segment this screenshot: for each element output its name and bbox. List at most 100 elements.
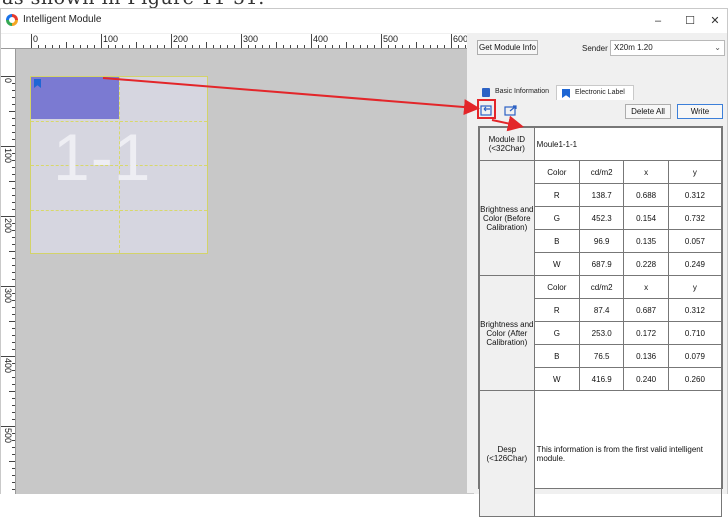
minimize-button[interactable]: – (645, 11, 671, 31)
after-cell[interactable]: 0.710 (667, 321, 723, 345)
ruler-tick (192, 45, 193, 48)
ruler-tick (12, 258, 15, 259)
ruler-tick (283, 45, 284, 48)
after-cell: W (533, 367, 580, 391)
header-x: x (623, 160, 669, 184)
ruler-tick (12, 195, 15, 196)
grid-line (31, 210, 207, 211)
maximize-button[interactable]: ☐ (677, 11, 703, 31)
before-cell[interactable]: 0.249 (667, 252, 723, 276)
before-cell[interactable]: 0.312 (667, 183, 723, 207)
before-cell[interactable]: 96.9 (578, 229, 625, 253)
ruler-tick (94, 45, 95, 48)
ruler-tick (325, 45, 326, 48)
ruler-tick (59, 45, 60, 48)
after-cell[interactable]: 0.136 (623, 344, 669, 368)
ruler-tick (12, 118, 15, 119)
sender-select[interactable]: X20m 1.20 ⌄ (610, 40, 725, 56)
ruler-tick (12, 307, 15, 308)
before-cell[interactable]: 138.7 (578, 183, 625, 207)
ruler-tick (416, 42, 417, 48)
before-cell: R (533, 183, 580, 207)
title-bar: Intelligent Module – ☐ ✕ (1, 9, 727, 33)
ruler-tick (12, 419, 15, 420)
tab-electronic-label[interactable]: Electronic Label (556, 85, 634, 100)
ruler-tick (269, 45, 270, 48)
ruler-tick (297, 45, 298, 48)
after-cell[interactable]: 0.172 (623, 321, 669, 345)
after-cell[interactable]: 0.240 (623, 367, 669, 391)
desp-input[interactable]: This information is from the first valid… (533, 390, 723, 517)
electronic-label-table: Module ID (<32Char) Moule1-1-1 Brightnes… (478, 126, 723, 517)
close-button[interactable]: ✕ (702, 11, 728, 31)
before-cell: G (533, 206, 580, 230)
after-cell: G (533, 321, 580, 345)
ruler-label: 300 (3, 288, 13, 304)
tab-label: Electronic Label (575, 89, 625, 96)
window-title: Intelligent Module (23, 14, 102, 25)
after-cell: B (533, 344, 580, 368)
ruler-tick (458, 45, 459, 48)
ruler-tick (9, 181, 15, 182)
after-cell[interactable]: 253.0 (578, 321, 625, 345)
ruler-tick (12, 139, 15, 140)
ruler-tick (150, 45, 151, 48)
after-cell[interactable]: 0.260 (667, 367, 723, 391)
ruler-tick (311, 34, 312, 48)
import-icon[interactable] (480, 104, 494, 117)
before-cell[interactable]: 0.228 (623, 252, 669, 276)
tab-basic-information[interactable]: Basic Information (477, 85, 556, 100)
ruler-tick (12, 90, 15, 91)
ruler-tick (12, 454, 15, 455)
after-cell[interactable]: 0.312 (667, 298, 723, 322)
after-cell[interactable]: 76.5 (578, 344, 625, 368)
ruler-tick (248, 45, 249, 48)
write-button[interactable]: Write (677, 104, 723, 119)
before-cell[interactable]: 0.732 (667, 206, 723, 230)
before-cell[interactable]: 452.3 (578, 206, 625, 230)
ruler-tick (12, 279, 15, 280)
ruler-tick (332, 45, 333, 48)
before-cell[interactable]: 0.135 (623, 229, 669, 253)
ruler-tick (129, 45, 130, 48)
ruler-tick (101, 34, 102, 48)
after-cell[interactable]: 0.687 (623, 298, 669, 322)
before-cell[interactable]: 687.9 (578, 252, 625, 276)
before-cell[interactable]: 0.057 (667, 229, 723, 253)
document-icon (482, 88, 490, 97)
ruler-tick (12, 314, 15, 315)
before-cell[interactable]: 0.154 (623, 206, 669, 230)
after-cell[interactable]: 416.9 (578, 367, 625, 391)
ruler-tick (12, 405, 15, 406)
before-cell[interactable]: 0.688 (623, 183, 669, 207)
ruler-tick (31, 34, 32, 48)
after-cell[interactable]: 87.4 (578, 298, 625, 322)
ruler-tick (395, 45, 396, 48)
ruler-tick (437, 45, 438, 48)
ruler-tick (9, 391, 15, 392)
export-icon[interactable] (504, 104, 518, 117)
ruler-tick (80, 45, 81, 48)
ruler-tick (339, 45, 340, 48)
selected-cell[interactable] (31, 77, 119, 119)
ruler-tick (12, 398, 15, 399)
ruler-tick (12, 265, 15, 266)
ruler-tick (12, 167, 15, 168)
get-module-info-button[interactable]: Get Module Info (477, 40, 538, 55)
sender-value: X20m 1.20 (614, 43, 653, 52)
ruler-tick (157, 45, 158, 48)
ruler-label: 500 (3, 428, 13, 444)
module-canvas[interactable]: 0100200300400500600 0100200300400500600 … (1, 34, 467, 494)
bookmark-icon (34, 79, 41, 88)
ruler-tick (12, 104, 15, 105)
module-1-1[interactable]: 1-1 (30, 76, 208, 254)
document-text-strip: as shown in Figure 11-51. (0, 0, 728, 8)
after-cell[interactable]: 0.079 (667, 344, 723, 368)
module-id-input[interactable]: Moule1-1-1 (533, 127, 723, 161)
ruler-tick (12, 447, 15, 448)
header-y: y (667, 160, 723, 184)
module-label: 1-1 (53, 120, 152, 194)
ruler-tick (12, 174, 15, 175)
delete-all-button[interactable]: Delete All (625, 104, 671, 119)
ruler-tick (122, 45, 123, 48)
